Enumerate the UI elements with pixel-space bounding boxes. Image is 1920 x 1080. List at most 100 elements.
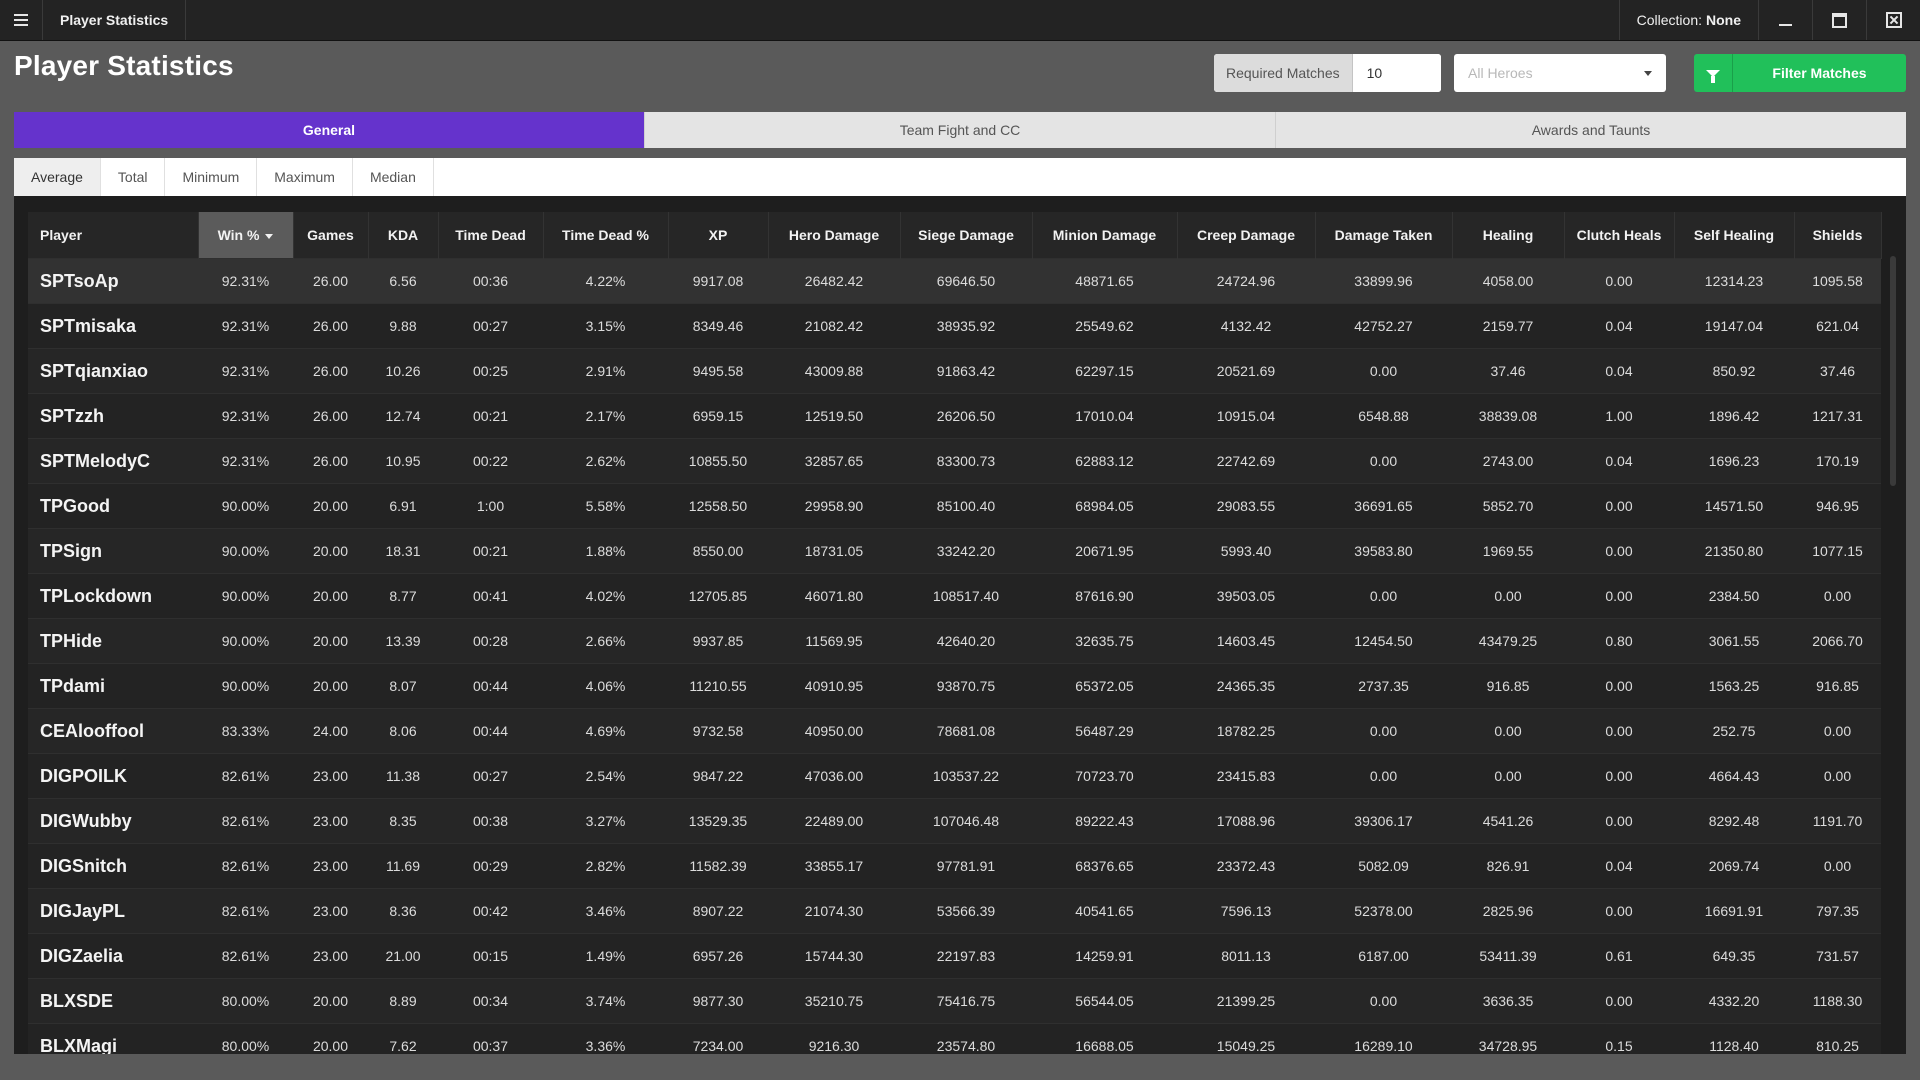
- heroes-select-placeholder: All Heroes: [1468, 65, 1533, 81]
- table-scrollbar[interactable]: [1890, 256, 1896, 486]
- subtab-maximum[interactable]: Maximum: [257, 158, 353, 196]
- required-matches-input[interactable]: [1352, 54, 1441, 92]
- table-body: SPTsoAp 92.31% 26.00 6.56 00:36 4.22% 9917.08 2…: [28, 258, 1881, 1054]
- table-row[interactable]: TPdami 90.00% 20.00 8.07 00:44 4.06% 11210.55 4…: [28, 663, 1881, 709]
- table-row[interactable]: SPTsoAp 92.31% 26.00 6.56 00:36 4.22% 9917.08 2…: [28, 258, 1881, 304]
- collection-indicator[interactable]: Collection: None: [1618, 0, 1758, 40]
- stat-cell: 4.06%: [543, 663, 668, 709]
- stat-cell: 10.26: [368, 348, 438, 394]
- stat-cell: 52378.00: [1315, 888, 1452, 934]
- table-row[interactable]: SPTMelodyC 92.31% 26.00 10.95 00:22 2.62% 1085…: [28, 438, 1881, 484]
- column-header[interactable]: Damage Taken: [1315, 212, 1453, 259]
- stat-cell: 107046.48: [900, 798, 1032, 844]
- column-header[interactable]: Healing: [1452, 212, 1565, 259]
- stat-cell: 0.00: [1794, 708, 1881, 754]
- column-header[interactable]: Games: [293, 212, 369, 259]
- stat-cell: 75416.75: [900, 978, 1032, 1024]
- stat-cell: 0.00: [1315, 438, 1452, 484]
- table-row[interactable]: DIGJayPL 82.61% 23.00 8.36 00:42 3.46% 8907.22…: [28, 888, 1881, 934]
- main-tabs: General Team Fight and CC Awards and Tau…: [14, 112, 1906, 148]
- table-row[interactable]: CEAlooffool 83.33% 24.00 8.06 00:44 4.69% 9732…: [28, 708, 1881, 754]
- player-name-cell: DIGJayPL: [28, 888, 198, 934]
- stat-cell: 82.61%: [198, 843, 293, 889]
- table-row[interactable]: SPTzzh 92.31% 26.00 12.74 00:21 2.17% 6959.15 1…: [28, 393, 1881, 439]
- menu-button[interactable]: [0, 0, 43, 40]
- stat-cell: 12.74: [368, 393, 438, 439]
- tab-awards-and-taunts[interactable]: Awards and Taunts: [1275, 112, 1906, 148]
- table-row[interactable]: TPSign 90.00% 20.00 18.31 00:21 1.88% 8550.00 1…: [28, 528, 1881, 574]
- maximize-button[interactable]: [1812, 0, 1866, 40]
- column-header[interactable]: Clutch Heals: [1564, 212, 1675, 259]
- stat-cell: 39583.80: [1315, 528, 1452, 574]
- table-row[interactable]: TPHide 90.00% 20.00 13.39 00:28 2.66% 9937.85 1…: [28, 618, 1881, 664]
- column-header[interactable]: Win %: [198, 212, 294, 259]
- table-row[interactable]: DIGZaelia 82.61% 23.00 21.00 00:15 1.49% 6957.…: [28, 933, 1881, 979]
- stat-cell: 46071.80: [768, 573, 900, 619]
- chevron-down-icon: [1644, 70, 1652, 76]
- stat-cell: 1217.31: [1794, 393, 1881, 439]
- column-header[interactable]: Time Dead: [438, 212, 544, 259]
- column-header[interactable]: Player: [28, 212, 199, 259]
- column-header[interactable]: Shields: [1794, 212, 1882, 259]
- stat-cell: 8.89: [368, 978, 438, 1024]
- table-row[interactable]: TPGood 90.00% 20.00 6.91 1:00 5.58% 12558.50 29…: [28, 483, 1881, 529]
- stat-cell: 916.85: [1452, 663, 1564, 709]
- tab-team-fight-and-cc[interactable]: Team Fight and CC: [644, 112, 1275, 148]
- table-row[interactable]: DIGPOILK 82.61% 23.00 11.38 00:27 2.54% 9847.2…: [28, 753, 1881, 799]
- table-row[interactable]: DIGWubby 82.61% 23.00 8.35 00:38 3.27% 13529.3…: [28, 798, 1881, 844]
- stat-cell: 0.00: [1794, 843, 1881, 889]
- stat-cell: 8.77: [368, 573, 438, 619]
- stat-cell: 946.95: [1794, 483, 1881, 529]
- stat-cell: 26.00: [293, 393, 368, 439]
- close-button[interactable]: [1866, 0, 1920, 40]
- table-row[interactable]: DIGSnitch 82.61% 23.00 11.69 00:29 2.82% 11582…: [28, 843, 1881, 889]
- subtab-average[interactable]: Average: [14, 158, 101, 196]
- stat-cell: 23415.83: [1177, 753, 1315, 799]
- column-header[interactable]: KDA: [368, 212, 439, 259]
- column-header-label: Minion Damage: [1052, 227, 1157, 243]
- stat-cell: 23574.80: [900, 1023, 1032, 1054]
- column-header[interactable]: Hero Damage: [768, 212, 901, 259]
- stat-cell: 39306.17: [1315, 798, 1452, 844]
- column-header[interactable]: XP: [668, 212, 769, 259]
- column-header-label: Self Healing: [1693, 227, 1775, 243]
- stat-cell: 0.04: [1564, 348, 1674, 394]
- stat-cell: 797.35: [1794, 888, 1881, 934]
- column-header-label: Creep Damage: [1196, 227, 1296, 243]
- title-bar: Player Statistics Collection: None: [0, 0, 1920, 41]
- stat-cell: 11582.39: [668, 843, 768, 889]
- stat-cell: 34728.95: [1452, 1023, 1564, 1054]
- filter-matches-button[interactable]: Filter Matches: [1694, 54, 1906, 92]
- stat-cell: 6.91: [368, 483, 438, 529]
- stat-cell: 0.00: [1315, 708, 1452, 754]
- subtab-total[interactable]: Total: [101, 158, 166, 196]
- player-name-cell: SPTqianxiao: [28, 348, 198, 394]
- stat-cell: 10915.04: [1177, 393, 1315, 439]
- subtab-median[interactable]: Median: [353, 158, 434, 196]
- table-row[interactable]: SPTmisaka 92.31% 26.00 9.88 00:27 3.15% 8349.4…: [28, 303, 1881, 349]
- stat-cell: 2384.50: [1674, 573, 1794, 619]
- column-header[interactable]: Time Dead %: [543, 212, 669, 259]
- table-row[interactable]: BLXSDE 80.00% 20.00 8.89 00:34 3.74% 9877.30 35…: [28, 978, 1881, 1024]
- stat-cell: 56487.29: [1032, 708, 1177, 754]
- stat-cell: 21074.30: [768, 888, 900, 934]
- column-header-label: Player: [40, 227, 83, 243]
- tab-general[interactable]: General: [14, 112, 644, 148]
- column-header-label: Time Dead: [455, 227, 526, 243]
- stat-cell: 24.00: [293, 708, 368, 754]
- stat-cell: 24365.35: [1177, 663, 1315, 709]
- column-header[interactable]: Minion Damage: [1032, 212, 1178, 259]
- stat-cell: 2.82%: [543, 843, 668, 889]
- stat-cell: 00:42: [438, 888, 543, 934]
- subtab-minimum[interactable]: Minimum: [165, 158, 258, 196]
- table-row[interactable]: BLXMagi 80.00% 20.00 7.62 00:37 3.36% 7234.00 9…: [28, 1023, 1881, 1054]
- stat-cell: 1896.42: [1674, 393, 1794, 439]
- table-row[interactable]: TPLockdown 90.00% 20.00 8.77 00:41 4.02% 12705…: [28, 573, 1881, 619]
- column-header[interactable]: Siege Damage: [900, 212, 1033, 259]
- minimize-button[interactable]: [1758, 0, 1812, 40]
- column-header[interactable]: Creep Damage: [1177, 212, 1316, 259]
- stat-cell: 0.00: [1315, 348, 1452, 394]
- column-header[interactable]: Self Healing: [1674, 212, 1795, 259]
- table-row[interactable]: SPTqianxiao 92.31% 26.00 10.26 00:25 2.91% 949…: [28, 348, 1881, 394]
- heroes-select[interactable]: All Heroes: [1454, 54, 1666, 92]
